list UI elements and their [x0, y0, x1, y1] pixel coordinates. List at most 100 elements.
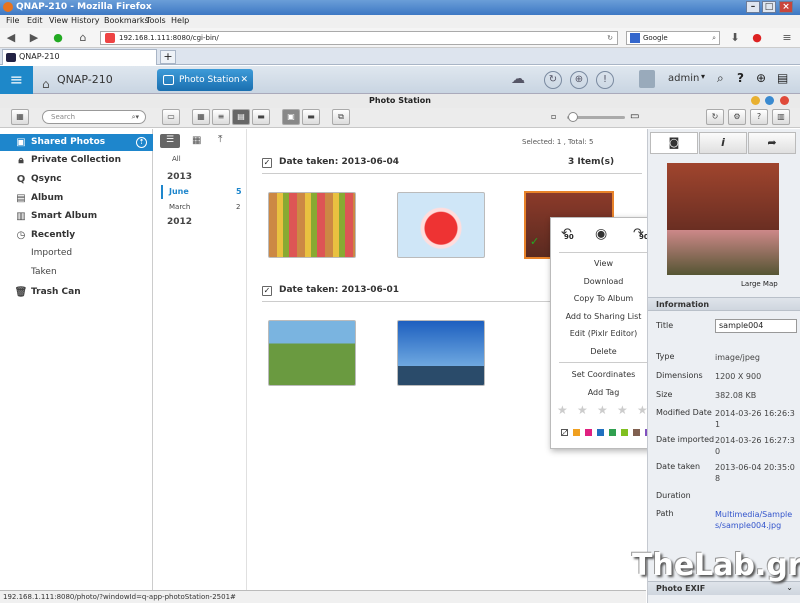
timeline-month-march[interactable]: March: [169, 203, 190, 211]
info-panel-toggle-icon[interactable]: ▥: [772, 109, 790, 125]
photo-thumbnail[interactable]: [268, 192, 356, 258]
menu-edit[interactable]: Edit: [27, 16, 43, 25]
cloud-icon[interactable]: ☁: [509, 71, 527, 89]
refresh-icon[interactable]: ↻: [607, 32, 613, 44]
download-icon[interactable]: ⬇: [728, 31, 742, 45]
refresh-icon[interactable]: ↻: [706, 109, 724, 125]
upload-icon[interactable]: ⤒: [218, 134, 222, 145]
sidebar-sub-imported[interactable]: Imported: [31, 248, 72, 258]
chevron-down-icon[interactable]: ⌄: [786, 583, 793, 592]
multi-select-icon[interactable]: ⧉: [332, 109, 350, 125]
timeline-month-june[interactable]: June: [169, 187, 189, 196]
close-app-icon[interactable]: ✕: [240, 69, 248, 91]
menu-download[interactable]: Download: [551, 277, 656, 286]
sidebar-sub-taken[interactable]: Taken: [31, 267, 57, 277]
sidebar-item-qsync[interactable]: Q Qsync: [0, 171, 153, 188]
maximize-app-icon[interactable]: [765, 96, 774, 105]
help-icon[interactable]: ?: [737, 71, 744, 85]
color-label-green[interactable]: [609, 429, 616, 436]
search-icon[interactable]: ⌕: [712, 32, 716, 44]
menu-bookmarks[interactable]: Bookmarks: [104, 16, 149, 25]
sidebar-item-recently[interactable]: ◷ Recently: [0, 227, 153, 244]
rating-star-icon[interactable]: ★: [617, 403, 628, 417]
home-icon[interactable]: ⌂: [76, 31, 90, 45]
slideshow-icon[interactable]: ▭: [162, 109, 180, 125]
desktop-home-tab[interactable]: ⌂ QNAP-210: [35, 68, 151, 92]
menu-help[interactable]: Help: [171, 16, 189, 25]
color-label-blue[interactable]: [597, 429, 604, 436]
title-input[interactable]: sample004: [715, 319, 797, 333]
timeline-year-2013[interactable]: 2013: [167, 172, 192, 182]
main-menu-icon[interactable]: ≡: [0, 66, 33, 94]
color-label-pink[interactable]: [585, 429, 592, 436]
close-app-window-icon[interactable]: [780, 96, 789, 105]
no-color-label-icon[interactable]: [561, 429, 568, 436]
language-icon[interactable]: ⊕: [756, 71, 766, 85]
color-label-brown[interactable]: [633, 429, 640, 436]
timeline-year-2012[interactable]: 2012: [167, 217, 192, 227]
slider-handle[interactable]: [568, 112, 578, 122]
minimize-button[interactable]: –: [746, 1, 760, 13]
large-map-link[interactable]: Large Map: [741, 280, 778, 288]
sidebar-toggle-icon[interactable]: ▦: [11, 109, 29, 125]
photo-search-input[interactable]: Search ⌕▾: [42, 110, 146, 124]
preview-tab-camera-icon[interactable]: ◙: [650, 132, 698, 154]
large-size-icon[interactable]: ▭: [630, 111, 639, 122]
menu-delete[interactable]: Delete: [551, 347, 656, 356]
photo-filter-icon[interactable]: ▣: [282, 109, 300, 125]
thumbnail-view-icon[interactable]: ▦: [192, 109, 210, 125]
sidebar-item-private-collection[interactable]: 🔒︎ Private Collection: [0, 152, 153, 169]
adblock-icon[interactable]: ●: [750, 31, 764, 45]
back-icon[interactable]: ◀: [4, 31, 18, 45]
photo-thumbnail[interactable]: [268, 320, 356, 386]
menu-edit-pixlr[interactable]: Edit (Pixlr Editor): [551, 329, 656, 338]
user-name[interactable]: admin: [668, 73, 699, 84]
settings-icon[interactable]: ⚙: [728, 109, 746, 125]
photo-thumbnail[interactable]: [397, 192, 485, 258]
rating-star-icon[interactable]: ★: [557, 403, 568, 417]
menu-add-tag[interactable]: Add Tag: [551, 388, 656, 397]
notification-icon[interactable]: !: [596, 71, 614, 89]
avatar[interactable]: [639, 70, 655, 88]
web-search-field[interactable]: Google ⌕: [626, 31, 720, 45]
menu-tools[interactable]: Tools: [146, 16, 166, 25]
small-size-icon[interactable]: ▫: [551, 112, 556, 121]
sidebar-item-trash-can[interactable]: 🗑︎ Trash Can: [0, 284, 153, 301]
forward-icon[interactable]: ▶: [27, 31, 41, 45]
folder-view-icon[interactable]: ▬: [252, 109, 270, 125]
menu-view[interactable]: View: [49, 16, 68, 25]
list-view-icon[interactable]: ≡: [212, 109, 230, 125]
timeline-all[interactable]: All: [172, 155, 181, 163]
menu-set-coordinates[interactable]: Set Coordinates: [551, 370, 656, 379]
browser-tab[interactable]: QNAP-210: [2, 49, 157, 65]
color-label-lime[interactable]: [621, 429, 628, 436]
calendar-icon[interactable]: ▦: [192, 135, 201, 146]
menu-file[interactable]: File: [6, 16, 19, 25]
help-icon[interactable]: ?: [750, 109, 768, 125]
dashboard-icon[interactable]: ▤: [777, 71, 788, 85]
group-checkbox[interactable]: ✓: [262, 286, 272, 296]
info-tab-icon[interactable]: i: [699, 132, 747, 154]
rating-star-icon[interactable]: ★: [597, 403, 608, 417]
photo-station-tab[interactable]: Photo Station ✕: [157, 69, 253, 91]
maximize-button[interactable]: □: [762, 1, 776, 13]
view-eye-icon[interactable]: ◉: [595, 226, 607, 242]
sidebar-item-album[interactable]: ▤ Album: [0, 190, 153, 207]
url-bar[interactable]: 192.168.1.111:8080/cgi-bin/ ↻: [100, 31, 618, 45]
minimize-app-icon[interactable]: [751, 96, 760, 105]
photo-thumbnail[interactable]: [397, 320, 485, 386]
photo-preview[interactable]: [667, 163, 779, 275]
video-filter-icon[interactable]: ▬: [302, 109, 320, 125]
color-label-orange[interactable]: [573, 429, 580, 436]
timeline-icon[interactable]: ☰: [160, 134, 180, 148]
search-options-icon[interactable]: ⌕▾: [132, 111, 139, 123]
share-tab-arrow-icon[interactable]: ➦: [748, 132, 796, 154]
sidebar-item-shared-photos[interactable]: ▣ Shared Photos ⇡: [0, 134, 153, 151]
rating-star-icon[interactable]: ★: [577, 403, 588, 417]
menu-add-to-sharing-list[interactable]: Add to Sharing List: [551, 312, 656, 321]
firefox-menu-icon[interactable]: ≡: [780, 31, 794, 45]
menu-copy-to-album[interactable]: Copy To Album: [551, 294, 656, 303]
sidebar-item-smart-album[interactable]: ▥ Smart Album: [0, 208, 153, 225]
close-window-button[interactable]: ×: [779, 1, 793, 13]
photo-exif-section-header[interactable]: Photo EXIF ⌄: [648, 581, 800, 595]
